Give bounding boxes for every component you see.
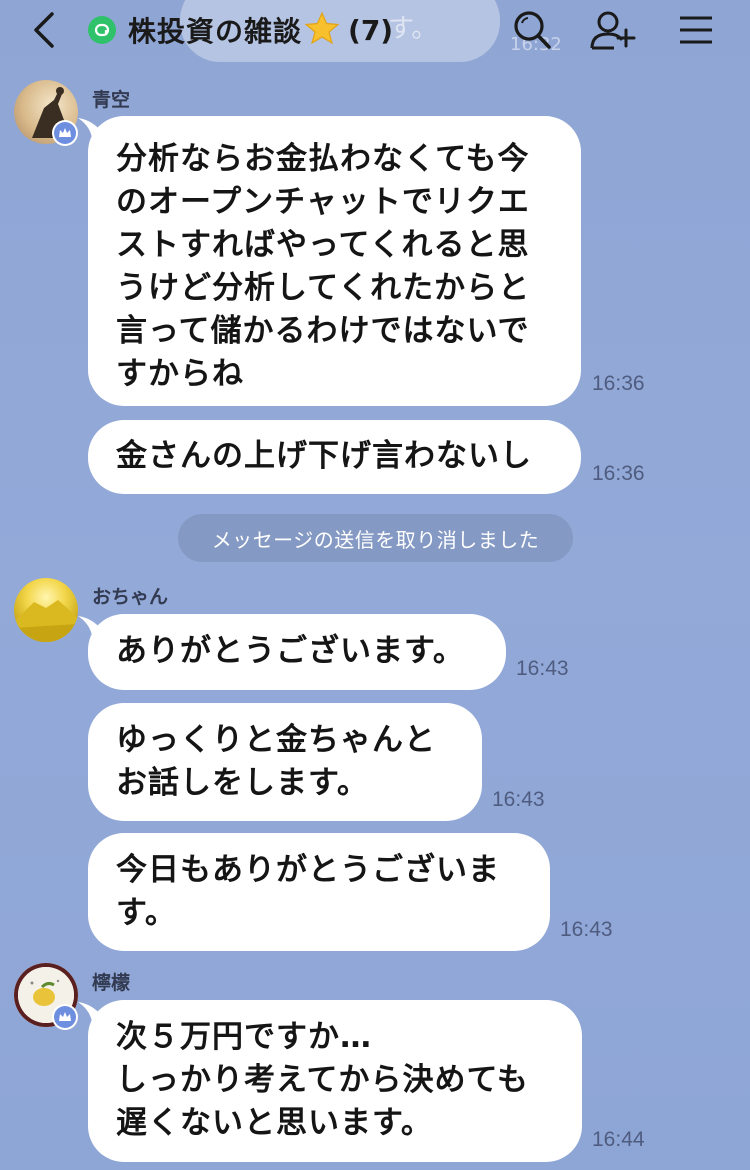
avatar-ochan[interactable] — [14, 578, 78, 642]
message-time: 16:43 — [516, 657, 569, 680]
search-icon[interactable] — [508, 6, 556, 54]
message-bubble[interactable]: ありがとうございます。 — [88, 614, 506, 690]
message-time: 16:44 — [592, 1128, 645, 1151]
message-time: 16:36 — [592, 462, 645, 485]
message-bubble[interactable]: ゆっくりと金ちゃんと お話しをします。 — [88, 703, 482, 821]
message-bubble[interactable]: 今日もありがとうございま す。 — [88, 833, 550, 951]
system-message-unsent: メッセージの送信を取り消しました — [178, 514, 573, 562]
crown-badge — [52, 1004, 78, 1030]
sender-name: 檸檬 — [92, 972, 131, 994]
back-icon[interactable] — [26, 8, 62, 52]
message-time: 16:43 — [560, 918, 613, 941]
message-bubble[interactable]: 分析ならお金払わなくても今 のオープンチャットでリクエ ストすればやってくれると… — [88, 116, 581, 406]
message-bubble[interactable]: 次５万円ですか… しっかり考えてから決めても 遅くないと思います。 — [88, 1000, 582, 1162]
ghost-message-text: す。 — [388, 14, 438, 44]
star-icon — [304, 11, 340, 49]
chat-title-text: 株投資の雑談 — [128, 15, 303, 48]
crown-icon — [54, 122, 76, 144]
add-friend-icon[interactable] — [588, 6, 636, 54]
menu-icon[interactable] — [672, 6, 720, 54]
sender-name: 青空 — [92, 89, 131, 111]
member-count: (7) — [348, 13, 394, 47]
message-time: 16:36 — [592, 372, 645, 395]
message-time: 16:43 — [492, 788, 545, 811]
crown-icon — [54, 1006, 76, 1028]
crown-badge — [52, 120, 78, 146]
message-bubble[interactable]: 金さんの上げ下げ言わないし — [88, 420, 581, 494]
sender-name: おちゃん — [92, 586, 169, 608]
chat-title[interactable]: 株投資の雑談 (7) — [88, 10, 393, 50]
chat-header: す。 16:32 株投資の雑談 (7) — [0, 0, 750, 62]
open-chat-icon — [88, 16, 116, 44]
